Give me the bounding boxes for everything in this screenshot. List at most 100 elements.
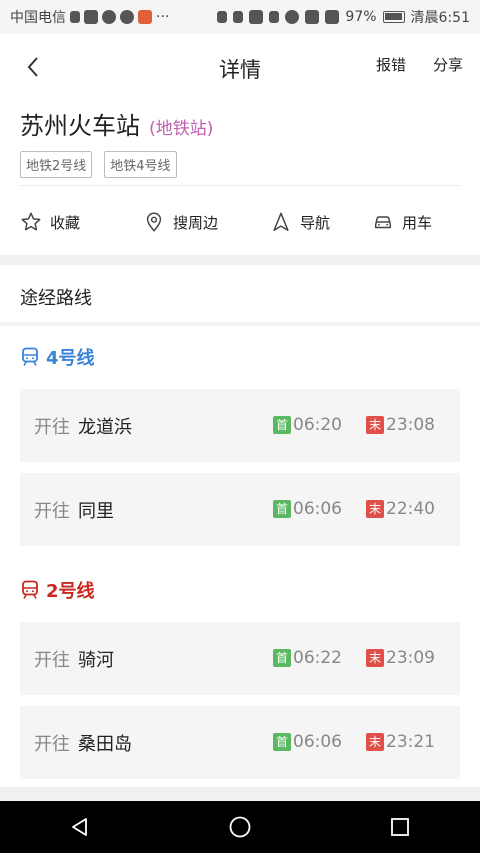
destination-name: 桑田岛	[78, 734, 132, 755]
last-time: 23:09	[386, 648, 435, 668]
last-time: 22:40	[386, 499, 435, 519]
car-icon	[374, 216, 392, 229]
last-badge: 末	[366, 416, 384, 434]
notification-icon	[138, 10, 152, 24]
first-train: 首 06:06	[273, 732, 342, 752]
star-icon	[21, 212, 41, 231]
direction-label: 开往	[34, 417, 70, 438]
activity-icon	[84, 10, 98, 24]
navigate-button[interactable]: 导航	[270, 211, 330, 233]
share-button[interactable]: 分享	[433, 54, 463, 75]
search-nearby-label: 搜周边	[173, 213, 219, 232]
gps-icon	[217, 11, 228, 23]
trip-destination: 开往 同里	[34, 497, 114, 523]
report-error-button[interactable]: 报错	[376, 54, 406, 75]
first-train: 首 06:20	[273, 415, 342, 435]
subway-icon	[22, 347, 38, 366]
top-bar: 详情 报错 分享	[0, 34, 480, 100]
last-train: 末 23:08	[366, 415, 435, 435]
more-notifications: ···	[156, 9, 170, 25]
clock: 清晨6:51	[410, 10, 470, 26]
carrier-label: 中国电信	[10, 10, 66, 26]
navigate-label: 导航	[300, 213, 331, 232]
last-train: 末 22:40	[366, 499, 435, 519]
trip-card[interactable]: 开往 骑河 首 06:22 末 23:09	[20, 622, 460, 695]
square-recents-icon	[391, 818, 409, 836]
last-badge: 末	[366, 733, 384, 751]
first-badge: 首	[273, 733, 291, 751]
subway-icon	[22, 580, 38, 599]
location-pin-icon	[146, 212, 162, 232]
system-nav-bar	[0, 801, 480, 853]
trip-destination: 开往 桑田岛	[34, 730, 132, 756]
last-badge: 末	[366, 500, 384, 518]
circle-home-icon	[229, 816, 251, 838]
battery-percent: 97%	[345, 9, 377, 25]
favorite-button[interactable]: 收藏	[20, 211, 80, 233]
search-nearby-button[interactable]: 搜周边	[143, 211, 218, 233]
section-separator	[0, 322, 480, 326]
routes-section-title: 途经路线	[20, 288, 92, 309]
trip-card[interactable]: 开往 桑田岛 首 06:06 末 23:21	[20, 706, 460, 779]
signal-icon	[325, 10, 340, 24]
destination-name: 骑河	[78, 650, 114, 671]
station-type: (地铁站)	[149, 119, 214, 139]
trip-card[interactable]: 开往 龙道浜 首 06:20 末 23:08	[20, 389, 460, 462]
direction-label: 开往	[34, 734, 70, 755]
station-name: 苏州火车站	[20, 112, 140, 140]
section-separator	[0, 255, 480, 265]
battery-icon	[382, 11, 405, 23]
last-train: 末 23:09	[366, 648, 435, 668]
first-train: 首 06:22	[273, 648, 342, 668]
favorite-label: 收藏	[50, 213, 81, 232]
eye-icon	[285, 10, 300, 24]
triangle-back-icon	[72, 818, 87, 836]
first-train: 首 06:06	[273, 499, 342, 519]
status-bar: 中国电信 ··· 97% 清晨6:51	[0, 0, 480, 34]
first-badge: 首	[273, 649, 291, 667]
line-tags: 地铁2号线 地铁4号线	[20, 151, 460, 178]
last-time: 23:21	[386, 732, 435, 752]
ride-label: 用车	[402, 213, 433, 232]
first-time: 06:20	[293, 415, 342, 435]
vibrate-icon	[269, 11, 280, 23]
first-time: 06:22	[293, 648, 342, 668]
wifi-icon	[305, 10, 320, 24]
line-header-4: 4号线	[20, 344, 95, 370]
destination-name: 同里	[78, 501, 114, 522]
trip-destination: 开往 骑河	[34, 646, 114, 672]
action-bar: 收藏 搜周边 导航 用车	[0, 196, 480, 248]
direction-label: 开往	[34, 650, 70, 671]
nav-home-button[interactable]	[220, 807, 260, 847]
line-tag: 地铁4号线	[104, 151, 177, 178]
last-time: 23:08	[386, 415, 435, 435]
first-badge: 首	[273, 500, 291, 518]
back-button[interactable]	[18, 52, 48, 82]
section-separator	[0, 787, 480, 801]
line-header-2: 2号线	[20, 577, 95, 603]
trip-card[interactable]: 开往 同里 首 06:06 末 22:40	[20, 473, 460, 546]
page-title: 详情	[219, 58, 261, 82]
chat-icon	[102, 10, 116, 24]
nav-recents-button[interactable]	[380, 807, 420, 847]
line-tag: 地铁2号线	[20, 151, 93, 178]
navigation-arrow-icon	[273, 212, 289, 231]
chevron-left-icon	[27, 57, 38, 77]
line-name: 2号线	[46, 581, 95, 602]
location-pin-icon	[70, 11, 80, 23]
destination-name: 龙道浜	[78, 417, 132, 438]
ride-button[interactable]: 用车	[372, 211, 432, 233]
bluetooth-icon	[233, 11, 244, 23]
nav-back-button[interactable]	[60, 807, 100, 847]
last-badge: 末	[366, 649, 384, 667]
nfc-icon	[249, 10, 264, 24]
app-icon	[120, 10, 134, 24]
first-time: 06:06	[293, 732, 342, 752]
station-info: 苏州火车站 (地铁站) 地铁2号线 地铁4号线	[20, 106, 460, 178]
trip-destination: 开往 龙道浜	[34, 413, 132, 439]
line-name: 4号线	[46, 348, 95, 369]
last-train: 末 23:21	[366, 732, 435, 752]
first-time: 06:06	[293, 499, 342, 519]
first-badge: 首	[273, 416, 291, 434]
direction-label: 开往	[34, 501, 70, 522]
